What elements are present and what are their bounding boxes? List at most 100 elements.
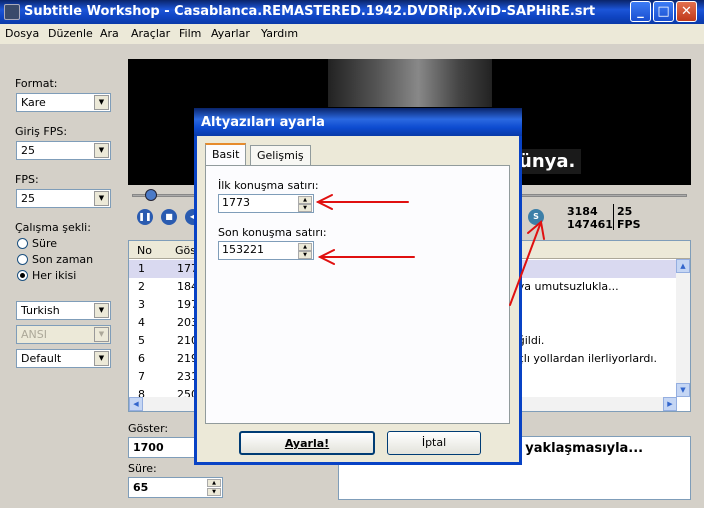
vertical-scrollbar[interactable]: ▲ ▼: [676, 259, 690, 397]
charset-value: ANSI: [21, 328, 47, 341]
chevron-down-icon: ▼: [94, 191, 109, 206]
menu-ara[interactable]: Ara: [100, 27, 119, 40]
maximize-button[interactable]: □: [653, 1, 674, 22]
fps-unit: FPS: [617, 218, 641, 231]
menu-duzenle[interactable]: Düzenle: [48, 27, 93, 40]
sync-button[interactable]: S: [528, 209, 544, 225]
tab-basit[interactable]: Basit: [205, 143, 247, 166]
divider: [613, 204, 614, 230]
dialog-title: Altyazıları ayarla: [194, 108, 522, 136]
row-no: 2: [138, 280, 145, 293]
preset-select[interactable]: Default ▼: [16, 349, 111, 368]
left-panel: Format: Kare ▼ Giriş FPS: 25 ▼ FPS: 25 ▼…: [6, 60, 120, 385]
mode-radio-her-ikisi[interactable]: Her ikisi: [17, 269, 76, 282]
fps-value: 25: [21, 192, 35, 205]
menu-yardim[interactable]: Yardım: [261, 27, 298, 40]
show-label: Göster:: [128, 422, 169, 435]
menu-araclar[interactable]: Araçlar: [131, 27, 170, 40]
window-title: Subtitle Workshop - Casablanca.REMASTERE…: [24, 4, 596, 19]
duration-value: 65: [133, 481, 149, 494]
row-no: 7: [138, 370, 145, 383]
chevron-down-icon: ▼: [94, 351, 109, 366]
preset-value: Default: [21, 352, 62, 365]
app-icon: [4, 4, 20, 20]
input-fps-select[interactable]: 25 ▼: [16, 141, 111, 160]
subtitle-text-preview: ın yaklaşmasıyla...: [507, 441, 644, 456]
tab-panel: İlk konuşma satırı: 1773 ▲ ▼ Son konuşma…: [205, 165, 510, 424]
mode-label-son-zaman: Son zaman: [32, 253, 94, 266]
last-line-field[interactable]: 153221 ▲ ▼: [218, 241, 314, 260]
charset-select: ANSI ▼: [16, 325, 111, 344]
spin-down-icon[interactable]: ▼: [207, 488, 221, 496]
mode-label-her-ikisi: Her ikisi: [32, 269, 77, 282]
row-no: 6: [138, 352, 145, 365]
spin-up-icon[interactable]: ▲: [298, 243, 312, 251]
format-label: Format:: [15, 77, 58, 90]
row-no: 5: [138, 334, 145, 347]
mode-radio-son-zaman[interactable]: Son zaman: [17, 253, 93, 266]
duration-field[interactable]: 65 ▲ ▼: [128, 477, 223, 498]
radio-checked-icon: [17, 270, 28, 281]
spin-down-icon[interactable]: ▼: [298, 204, 312, 212]
menu-ayarlar[interactable]: Ayarlar: [211, 27, 250, 40]
menu-bar: Dosya Düzenle Ara Araçlar Film Ayarlar Y…: [0, 24, 704, 44]
pause-icon[interactable]: ❚❚: [137, 209, 153, 225]
spin-down-icon[interactable]: ▼: [298, 251, 312, 259]
input-fps-label: Giriş FPS:: [15, 125, 68, 138]
chevron-down-icon: ▼: [94, 327, 109, 342]
row-text: açlı yollardan ilerliyorlardı.: [511, 352, 657, 365]
first-line-value: 1773: [222, 196, 250, 209]
fps-label: FPS:: [15, 173, 39, 186]
chevron-down-icon: ▼: [94, 303, 109, 318]
frame-b: 147461: [567, 218, 613, 231]
radio-icon: [17, 238, 28, 249]
iptal-label: İptal: [421, 436, 447, 449]
tab-gelismis[interactable]: Gelişmiş: [250, 145, 311, 165]
show-time-value: 1700: [133, 441, 164, 454]
row-no: 8: [138, 388, 145, 397]
chevron-down-icon: ▼: [94, 95, 109, 110]
fps-select[interactable]: 25 ▼: [16, 189, 111, 208]
language-value: Turkish: [21, 304, 60, 317]
last-line-value: 153221: [222, 243, 264, 256]
fps-readout: 25: [617, 205, 633, 218]
first-line-label: İlk konuşma satırı:: [218, 179, 319, 192]
stop-icon[interactable]: ■: [161, 209, 177, 225]
scroll-right-icon[interactable]: ▶: [663, 397, 677, 411]
scroll-down-icon[interactable]: ▼: [676, 383, 690, 397]
language-select[interactable]: Turkish ▼: [16, 301, 111, 320]
duration-label: Süre:: [128, 462, 157, 475]
mode-label-sure: Süre: [32, 237, 58, 250]
row-text: eya umutsuzlukla...: [511, 280, 619, 293]
spin-up-icon[interactable]: ▲: [207, 479, 221, 487]
minimize-button[interactable]: _: [630, 1, 651, 22]
adjust-subtitles-dialog: Altyazıları ayarla Basit Gelişmiş İlk ko…: [194, 108, 522, 465]
last-line-label: Son konuşma satırı:: [218, 226, 327, 239]
title-bar: Subtitle Workshop - Casablanca.REMASTERE…: [0, 0, 704, 24]
ayarla-button[interactable]: Ayarla!: [239, 431, 375, 455]
radio-icon: [17, 254, 28, 265]
menu-dosya[interactable]: Dosya: [5, 27, 39, 40]
video-subtitle-text: ünya.: [513, 149, 582, 174]
row-no: 3: [138, 298, 145, 311]
format-select[interactable]: Kare ▼: [16, 93, 111, 112]
iptal-button[interactable]: İptal: [387, 431, 481, 455]
row-no: 4: [138, 316, 145, 329]
row-no: 1: [138, 262, 145, 275]
mode-label: Çalışma şekli:: [15, 221, 91, 234]
seek-thumb[interactable]: [145, 189, 157, 201]
column-no[interactable]: No: [137, 244, 152, 257]
mode-radio-sure[interactable]: Süre: [17, 237, 57, 250]
menu-film[interactable]: Film: [179, 27, 201, 40]
close-button[interactable]: ✕: [676, 1, 697, 22]
input-fps-value: 25: [21, 144, 35, 157]
spin-up-icon[interactable]: ▲: [298, 196, 312, 204]
frame-a: 3184: [567, 205, 598, 218]
scroll-up-icon[interactable]: ▲: [676, 259, 690, 273]
video-frame: [328, 59, 492, 107]
chevron-down-icon: ▼: [94, 143, 109, 158]
ayarla-label: Ayarla!: [284, 437, 330, 450]
format-value: Kare: [21, 96, 46, 109]
first-line-field[interactable]: 1773 ▲ ▼: [218, 194, 314, 213]
scroll-left-icon[interactable]: ◀: [129, 397, 143, 411]
